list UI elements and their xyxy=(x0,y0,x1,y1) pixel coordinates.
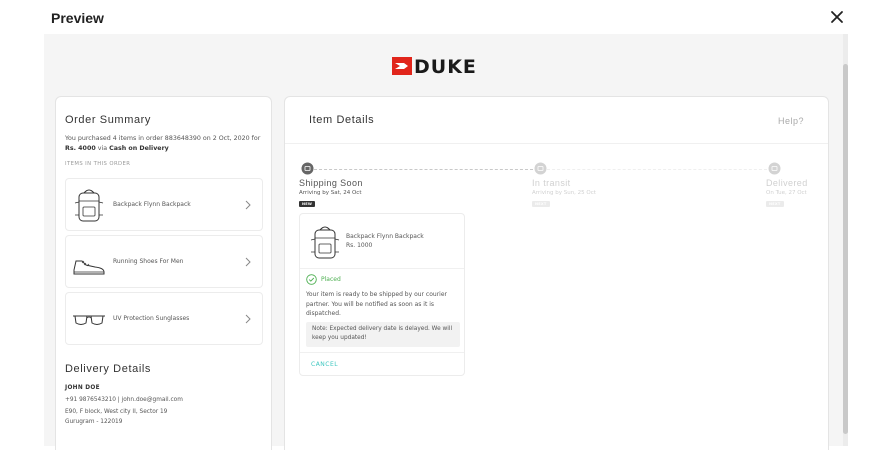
shoe-icon xyxy=(73,260,105,275)
order-summary-text: You purchased 4 items in order 883648390… xyxy=(65,134,265,154)
step-in-transit-sub: Arriving by Sun, 25 Oct xyxy=(532,190,596,196)
timeline-connector xyxy=(547,169,767,170)
backpack-icon xyxy=(310,226,340,259)
chevron-right-icon[interactable] xyxy=(244,199,252,211)
check-circle-icon xyxy=(306,274,317,285)
brand-name: DUKE xyxy=(414,57,477,75)
help-link[interactable]: Help? xyxy=(778,116,804,126)
shipment-detail-card: Backpack Flynn Backpack Rs. 1000 Placed … xyxy=(299,213,465,376)
status-description: Your item is ready to be shipped by our … xyxy=(306,291,447,317)
order-item-name: UV Protection Sunglasses xyxy=(113,315,190,322)
brand-logo: DUKE xyxy=(392,56,494,78)
preview-header: Preview xyxy=(0,0,890,34)
scrollbar-thumb[interactable] xyxy=(843,64,848,434)
delivery-address-line1: E90, F block, West city II, Sector 19 xyxy=(65,409,168,415)
order-summary-via: via xyxy=(97,145,108,152)
order-summary-prefix: You purchased 4 items in order 883648390… xyxy=(65,135,261,142)
order-item-name: Running Shoes For Men xyxy=(113,258,184,265)
close-icon[interactable] xyxy=(829,9,845,25)
order-item-backpack[interactable]: Backpack Flynn Backpack xyxy=(65,178,263,231)
divider xyxy=(300,352,464,353)
step-badge-new: NEW xyxy=(299,201,316,207)
order-amount: Rs. 4000 xyxy=(65,145,96,152)
chevron-right-icon[interactable] xyxy=(244,256,252,268)
item-details-title: Item Details xyxy=(309,114,375,126)
chevron-right-icon[interactable] xyxy=(244,313,252,325)
timeline-connector xyxy=(314,169,533,170)
payment-method: Cash on Delivery xyxy=(109,145,169,152)
step-shipping-soon-label: Shipping Soon xyxy=(299,178,363,188)
scrollbar[interactable] xyxy=(843,34,848,446)
delivery-address-line2: Gurugram - 122019 xyxy=(65,419,123,425)
step-pending-icon xyxy=(534,162,547,175)
order-summary-card: Order Summary You purchased 4 items in o… xyxy=(55,96,272,450)
shipment-product-name: Backpack Flynn Backpack xyxy=(346,233,424,240)
delivery-contact: +91 9876543210 | john.doe@gmail.com xyxy=(65,397,183,403)
backpack-icon xyxy=(74,189,104,222)
cancel-button[interactable]: CANCEL xyxy=(311,361,338,368)
step-badge-next: NEXT xyxy=(766,201,784,207)
divider xyxy=(300,268,464,269)
duke-logo-icon: DUKE xyxy=(392,56,477,78)
step-shipping-soon-sub: Arriving by Sat, 24 Oct xyxy=(299,190,362,196)
item-details-card: Item Details Help? Shipping Soon Arrivin… xyxy=(284,96,829,450)
order-item-sunglasses[interactable]: UV Protection Sunglasses xyxy=(65,292,263,345)
step-delivered-label: Delivered xyxy=(766,178,808,188)
step-pending-icon xyxy=(768,162,781,175)
step-in-transit-label: In transit xyxy=(532,178,571,188)
shipment-product-price: Rs. 1000 xyxy=(346,242,373,249)
step-badge-next: NEXT xyxy=(532,201,550,207)
step-delivered-sub: On Tue, 27 Oct xyxy=(766,190,807,196)
status-placed: Placed xyxy=(321,276,341,283)
delivery-details-title: Delivery Details xyxy=(65,363,152,375)
order-item-shoes[interactable]: Running Shoes For Men xyxy=(65,235,263,288)
preview-title: Preview xyxy=(51,10,104,26)
sunglasses-icon xyxy=(73,315,105,325)
divider xyxy=(285,143,828,144)
items-heading: ITEMS IN THIS ORDER xyxy=(65,161,131,167)
delivery-name: JOHN DOE xyxy=(65,385,100,391)
order-summary-title: Order Summary xyxy=(65,114,152,126)
order-item-name: Backpack Flynn Backpack xyxy=(113,201,191,208)
step-active-icon xyxy=(301,162,314,175)
delay-note: Note: Expected delivery date is delayed.… xyxy=(306,322,460,347)
